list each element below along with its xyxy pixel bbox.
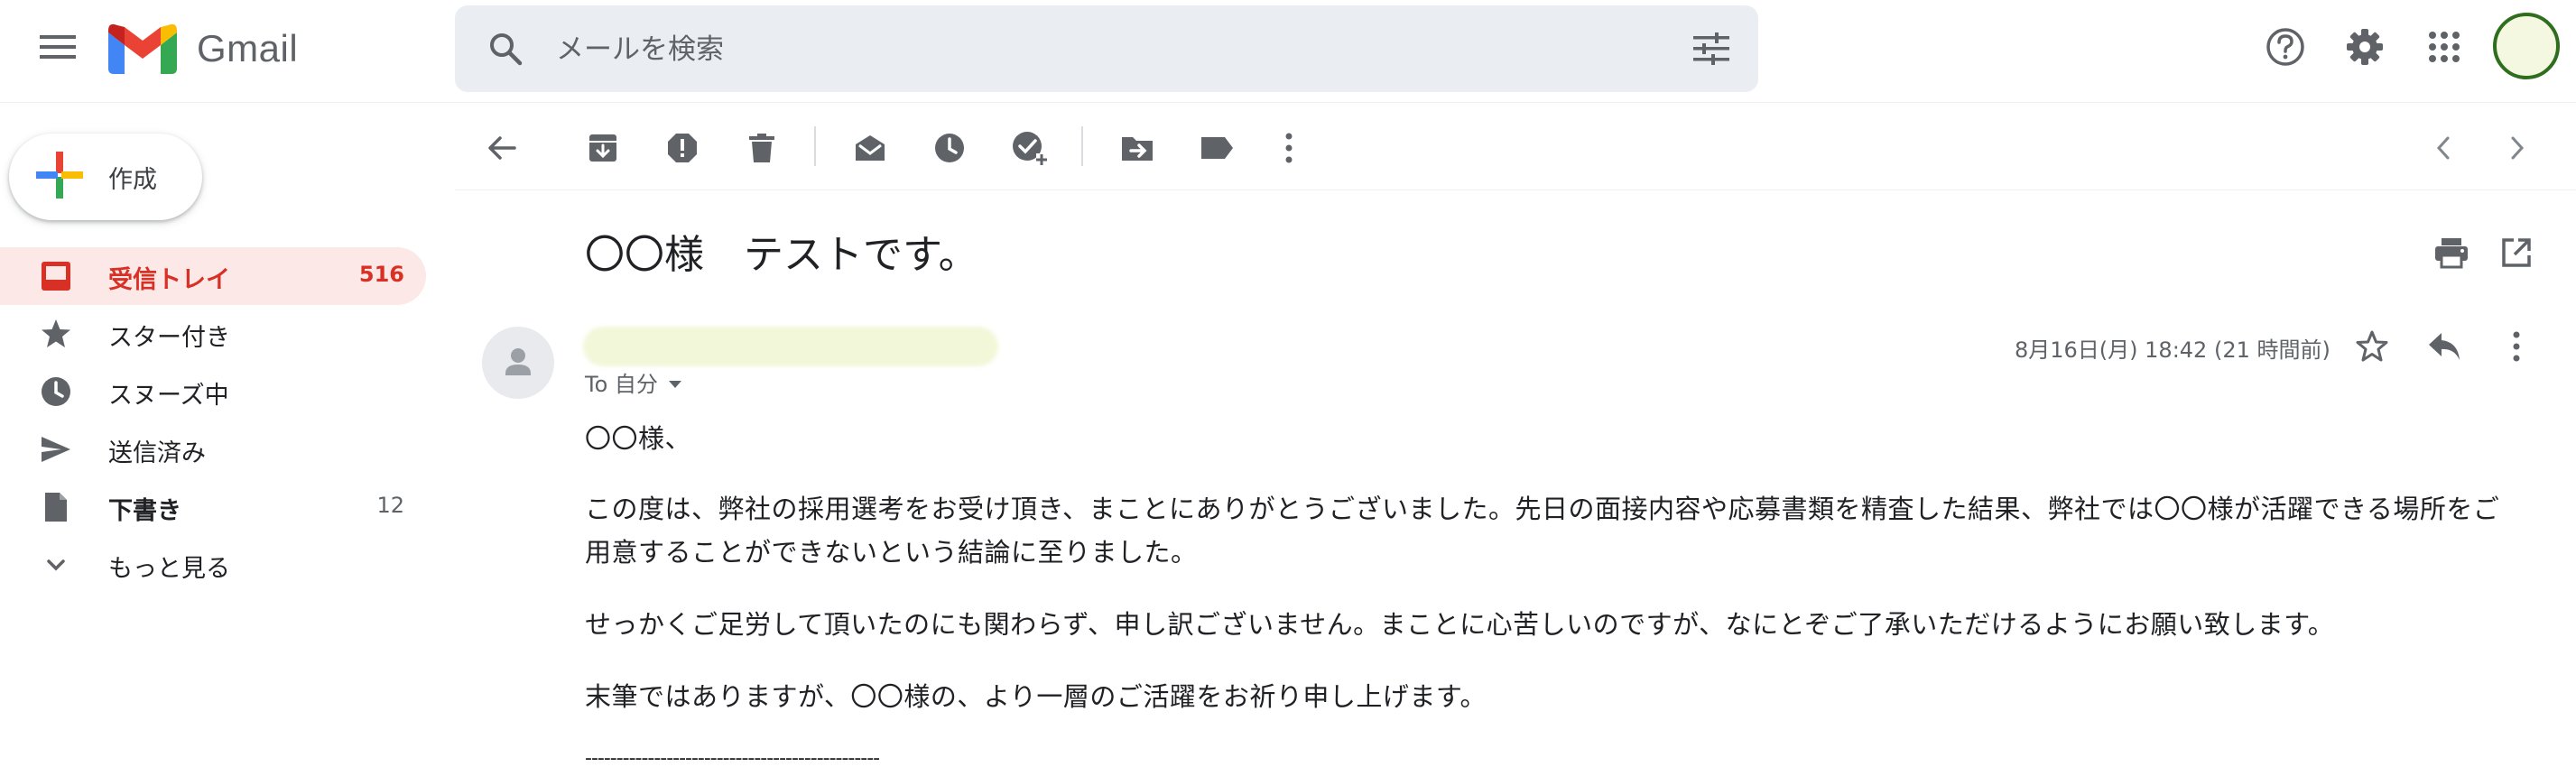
inbox-icon (40, 260, 72, 292)
message-date: 8月16日(月) 18:42 (21 時間前) (2015, 337, 2330, 363)
nav-item-sent[interactable]: 送信済み (0, 420, 426, 478)
signature-separator: ----------------------------------------… (585, 747, 880, 770)
message-paragraph: せっかくご足労して頂いたのにも関わらず、申し訳ございません。まことに心苦しいので… (585, 609, 2335, 640)
star-outline-icon (2355, 329, 2389, 364)
older-button[interactable] (2495, 126, 2538, 170)
newer-button[interactable] (2423, 126, 2466, 170)
nav-item-more[interactable]: もっと見る (0, 536, 426, 594)
report-spam-icon (666, 132, 699, 164)
message-more-button[interactable] (2495, 325, 2538, 368)
recipient-details[interactable]: To 自分 (585, 366, 683, 398)
caret-down-icon (667, 370, 683, 395)
search-input[interactable] (556, 25, 1603, 74)
clock-icon (40, 375, 72, 408)
newer-icon (2433, 134, 2455, 162)
toolbar-divider (814, 126, 816, 166)
message-paragraph: 末筆ではありますが、〇〇様の、より一層のご活躍をお祈り申し上げます。 (585, 681, 1487, 712)
compose-label: 作成 (108, 165, 157, 194)
nav-label-starred: スター付き (108, 324, 230, 352)
nav-label-more: もっと見る (108, 555, 230, 583)
gmail-wordmark: Gmail (197, 27, 299, 69)
message-paragraph: この度は、弊社の採用選考をお受け頂き、まことにありがとうございました。先日の面接… (585, 494, 2500, 568)
label-button[interactable] (1195, 126, 1238, 170)
older-icon (2506, 134, 2527, 162)
add-task-button[interactable] (1007, 126, 1051, 170)
report-spam-button[interactable] (661, 126, 704, 170)
archive-button[interactable] (581, 126, 625, 170)
back-icon (486, 132, 518, 164)
nav-label-sent: 送信済み (108, 439, 206, 467)
message-subject: 〇〇様 テストです。 (585, 232, 978, 278)
mark-unread-button[interactable] (848, 126, 892, 170)
nav-item-starred[interactable]: スター付き (0, 305, 426, 363)
send-icon (40, 433, 72, 466)
print-icon (2433, 236, 2469, 269)
nav-label-snoozed: スヌーズ中 (108, 382, 229, 410)
expand-icon (40, 549, 72, 581)
print-button[interactable] (2430, 231, 2473, 274)
apps-icon[interactable] (2423, 25, 2466, 69)
nav-label-inbox: 受信トレイ (108, 266, 230, 294)
sender-name-redacted (583, 327, 998, 366)
search-icon[interactable] (487, 31, 524, 70)
compose-button[interactable]: 作成 (9, 134, 202, 220)
reply-icon (2427, 331, 2461, 362)
star-icon (40, 318, 72, 350)
more-vert-icon (2511, 330, 2522, 363)
nav-count-drafts: 12 (376, 493, 404, 518)
gmail-logo-icon (108, 23, 177, 74)
archive-icon (587, 132, 619, 164)
settings-icon[interactable] (2343, 25, 2386, 69)
menu-icon[interactable] (32, 25, 83, 69)
help-icon[interactable] (2264, 25, 2307, 69)
nav-item-inbox[interactable]: 受信トレイ 516 (0, 247, 426, 305)
delete-button[interactable] (740, 126, 783, 170)
plus-icon (36, 152, 83, 202)
recipient-label: To 自分 (585, 372, 658, 397)
nav-item-drafts[interactable]: 下書き 12 (0, 478, 426, 536)
star-message-button[interactable] (2350, 325, 2394, 368)
move-to-button[interactable] (1116, 126, 1159, 170)
back-button[interactable] (480, 126, 524, 170)
sender-avatar[interactable] (482, 327, 554, 399)
mark-unread-icon (853, 132, 887, 164)
move-to-icon (1120, 132, 1154, 164)
nav-count-inbox: 516 (358, 262, 404, 287)
more-vert-icon (1283, 132, 1294, 164)
nav-label-drafts: 下書き (108, 497, 181, 525)
gmail-logo[interactable]: Gmail (108, 23, 298, 74)
label-icon (1200, 132, 1234, 164)
nav-item-snoozed[interactable]: スヌーズ中 (0, 363, 426, 420)
draft-icon (40, 491, 72, 523)
open-in-new-window-button[interactable] (2495, 231, 2538, 274)
search-bar (455, 5, 1758, 92)
add-task-icon (1011, 130, 1047, 166)
more-button[interactable] (1267, 126, 1311, 170)
toolbar-divider (1081, 126, 1083, 166)
toolbar-divider-line (455, 189, 2576, 190)
delete-icon (746, 132, 778, 164)
account-avatar[interactable] (2493, 13, 2560, 79)
message-greeting: 〇〇様、 (585, 423, 692, 454)
snooze-icon (933, 132, 966, 164)
reply-button[interactable] (2423, 325, 2466, 368)
open-in-new-icon (2500, 236, 2533, 269)
top-header: Gmail (0, 0, 2576, 103)
tune-icon[interactable] (1693, 32, 1729, 69)
snooze-button[interactable] (928, 126, 971, 170)
